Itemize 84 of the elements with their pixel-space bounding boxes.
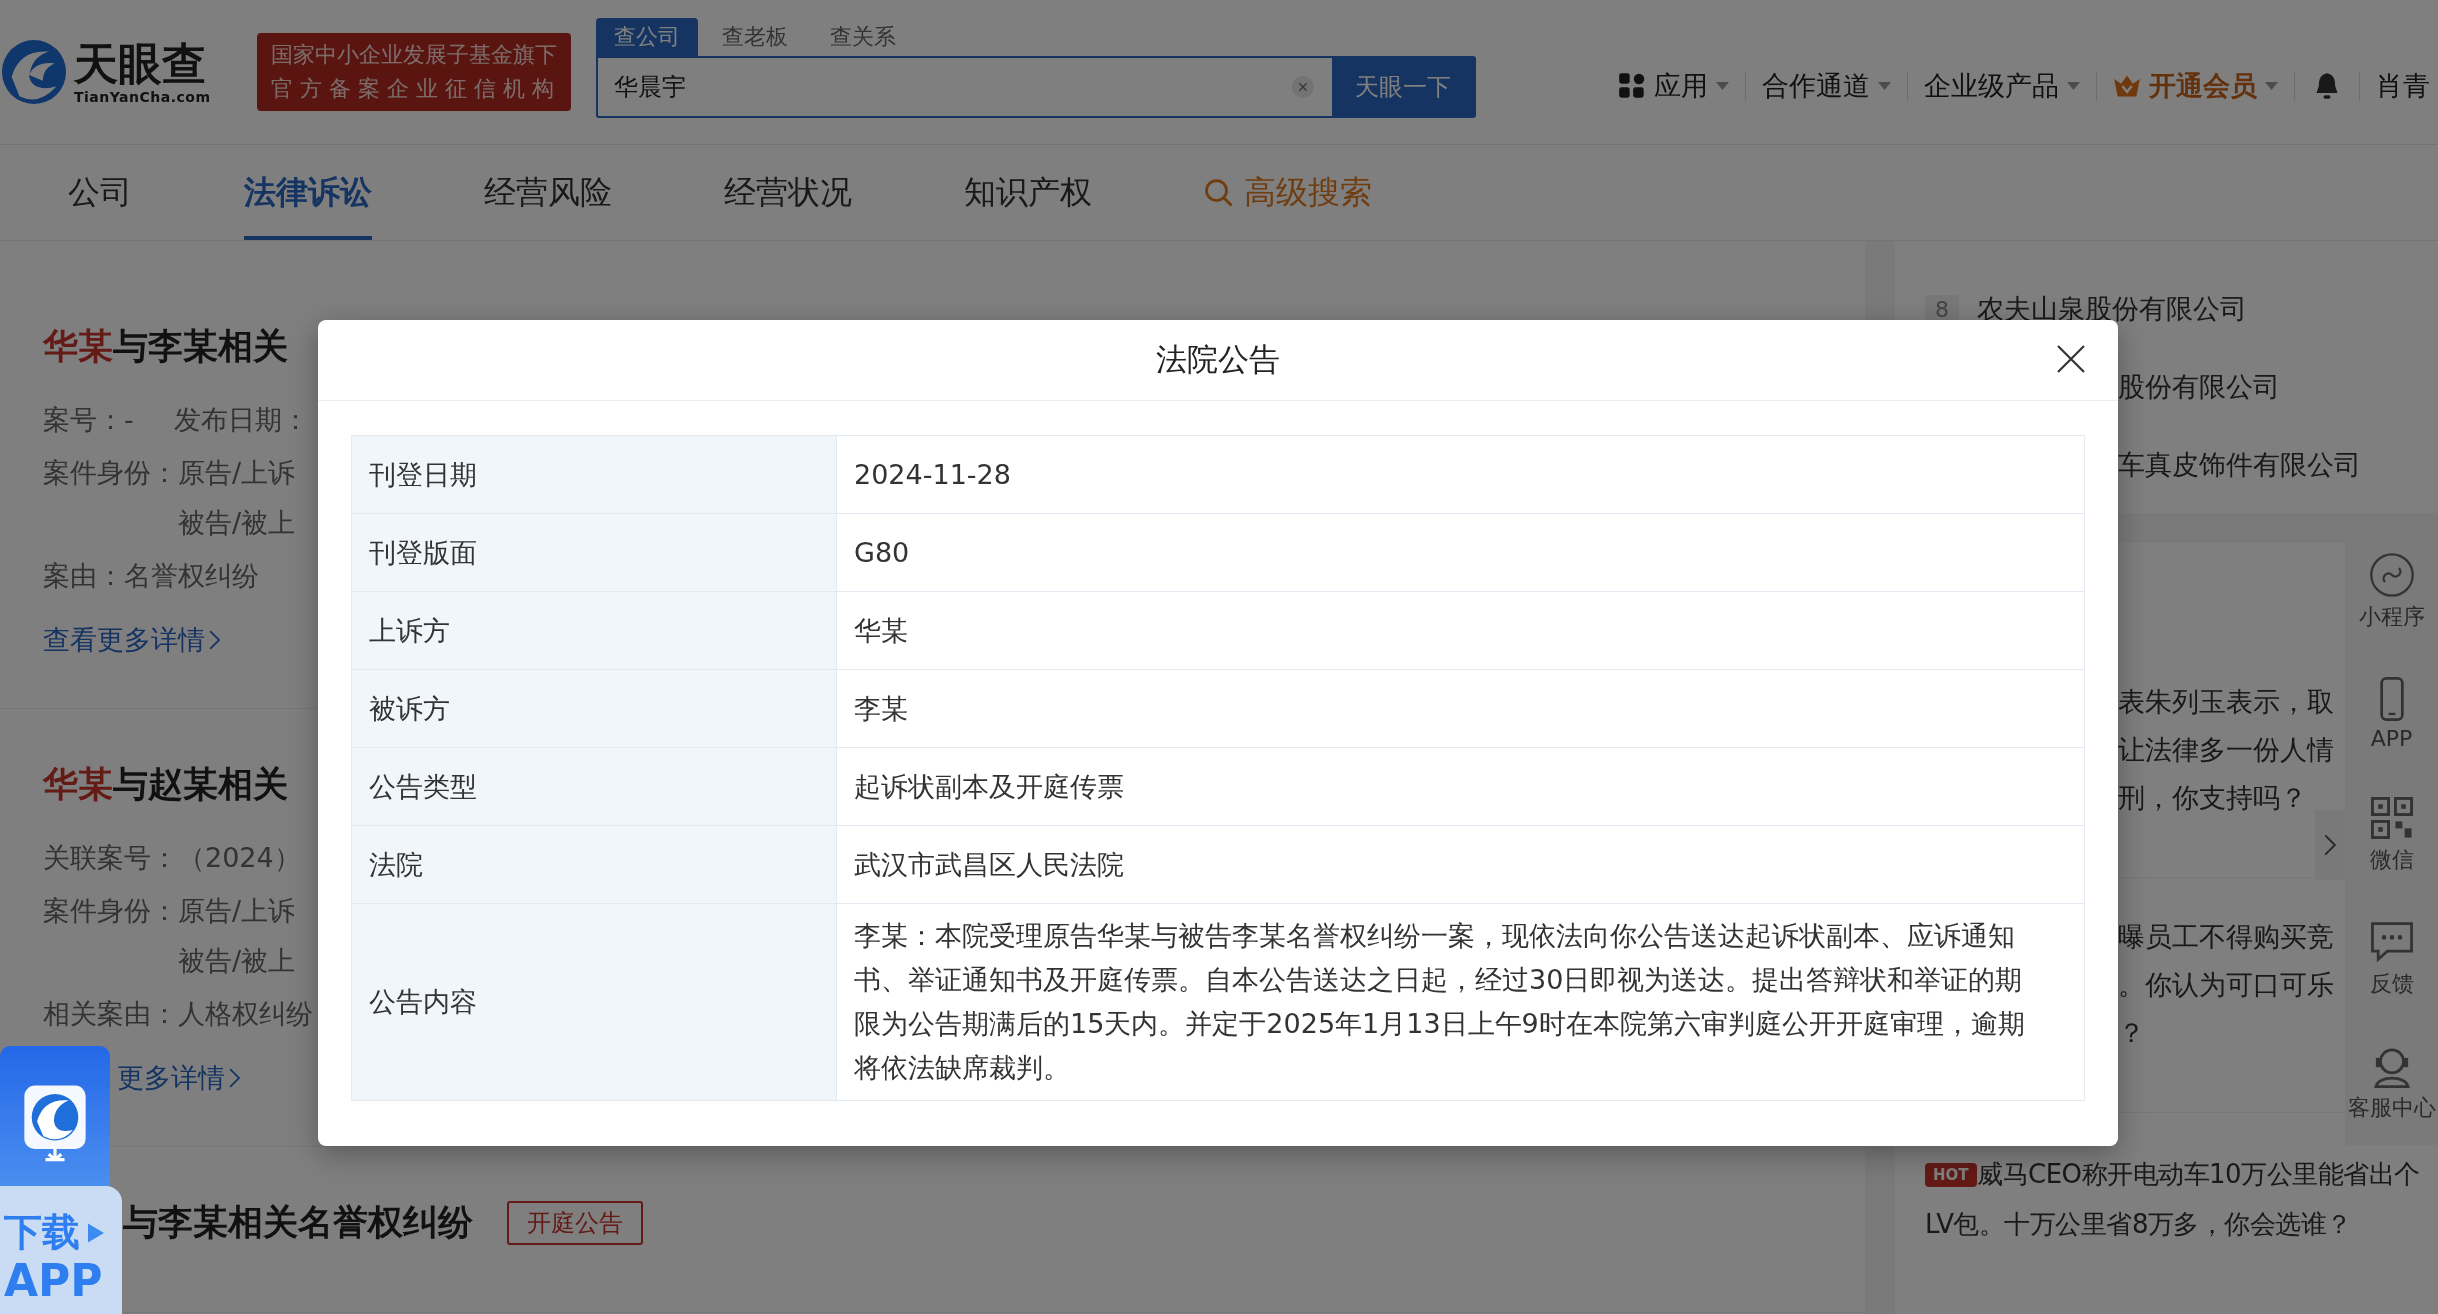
download-label: APP (4, 1258, 104, 1304)
caret-icon (2067, 82, 2080, 90)
apps-icon (1618, 72, 1646, 100)
collapse-button[interactable] (2315, 810, 2345, 880)
news-text[interactable]: 让法律多一份人情 (2118, 731, 2348, 769)
table-cell: 公告内容 (352, 904, 837, 1100)
table-cell: 刊登版面 (352, 514, 837, 591)
table-cell-text: 李某 (853, 691, 909, 726)
toolbar-label[interactable]: 微信 (2369, 845, 2414, 875)
field-value: 原告/上诉 (178, 894, 296, 928)
news-text[interactable]: 曝员工不得购买竞 (2118, 918, 2348, 956)
caret-icon (2265, 82, 2278, 90)
toolbar-label[interactable]: 反馈 (2369, 969, 2414, 999)
nav-menu-item[interactable]: 企业级产品 (1924, 68, 2059, 104)
search-button[interactable]: 天眼一下 (1332, 58, 1474, 116)
table-cell-text: 2024-11-28 (853, 457, 1012, 492)
field-label: 案由： (43, 559, 124, 593)
search-field[interactable]: 华晨宇 (598, 71, 1292, 103)
news-text[interactable]: 刑，你支持吗？ (2118, 779, 2348, 817)
table-cell: 上诉方 (352, 592, 837, 669)
table-cell-text: G80 (853, 535, 911, 570)
advanced-search-link[interactable]: 高级搜索 (1244, 170, 1372, 215)
search-icon (1204, 177, 1234, 208)
search-tab[interactable]: 查老板 (704, 18, 806, 56)
chevron-icon (209, 629, 220, 651)
hot-badge: HOT (1925, 1163, 1977, 1187)
field-value: - (124, 403, 134, 437)
search-tab[interactable]: 查公司 (596, 18, 698, 56)
table-cell: 公告类型 (352, 748, 837, 825)
field-label: 案号： (43, 403, 124, 437)
chevron-icon (2324, 834, 2336, 856)
company-link[interactable]: 车真皮饰件有限公司 (2118, 447, 2361, 483)
chevron-icon (229, 1067, 240, 1089)
nav-tab[interactable]: 经营风险 (484, 145, 612, 240)
chat-icon[interactable] (2368, 919, 2415, 965)
toolbar-label[interactable]: 客服中心 (2347, 1093, 2436, 1123)
field-value: 名誉权纠纷 (124, 559, 259, 593)
case-title[interactable]: 华某与李某相关 (43, 323, 288, 370)
news-text[interactable]: 表朱列玉表示，取 (2118, 683, 2348, 721)
details-link[interactable]: 查看更多详情 (43, 622, 220, 658)
nav-menu-item[interactable]: 合作通道 (1762, 68, 1870, 104)
field-label: 发布日期： (173, 403, 309, 437)
caret-icon (1878, 82, 1891, 90)
logo-domain: TianYanCha.com (74, 89, 211, 105)
table-cell: 被诉方 (352, 670, 837, 747)
field-value: 原告/上诉 (178, 456, 296, 490)
nav-menu-item[interactable]: 开通会员 (2149, 68, 2257, 104)
search-tab[interactable]: 查关系 (812, 18, 914, 56)
nav-tab[interactable]: 经营状况 (724, 145, 852, 240)
field-label: 案件身份： (43, 456, 178, 490)
case-title[interactable]: 华某与赵某相关 (43, 761, 288, 808)
clear-icon[interactable] (1292, 76, 1314, 98)
field-label: 关联案号： (43, 841, 178, 875)
case-tag: 开庭公告 (507, 1200, 643, 1245)
nav-menu-item[interactable]: 应用 (1654, 68, 1708, 104)
qr-code-icon[interactable] (2368, 795, 2415, 841)
table-cell-text: 起诉状副本及开庭传票 (853, 769, 1125, 804)
field-value: 被告/被上 (178, 944, 296, 978)
table-cell: 刊登日期 (352, 436, 837, 513)
play-icon (88, 1222, 104, 1243)
case-title[interactable]: 与李某相关名誉权纠纷 (123, 1199, 473, 1246)
table-cell: 法院 (352, 826, 837, 903)
field-label: 案件身份： (43, 894, 178, 928)
news-text[interactable]: 。你认为可口可乐 (2118, 966, 2348, 1004)
caret-icon (1716, 82, 1729, 90)
dialog-title: 法院公告 (1156, 340, 1280, 379)
news-text[interactable]: ？ (2118, 1014, 2348, 1052)
field-value: 人格权纠纷 (178, 997, 313, 1031)
nav-tab[interactable]: 公司 (68, 145, 132, 240)
table-cell-text: 武汉市武昌区人民法院 (853, 847, 1125, 882)
field-value: 被告/被上 (178, 506, 296, 540)
toolbar-label[interactable]: 小程序 (2358, 602, 2425, 632)
company-link[interactable]: 股份有限公司 (2118, 369, 2280, 405)
nav-tab[interactable]: 知识产权 (964, 145, 1092, 240)
slogan-banner: 国家中小企业发展子基金旗下 官 方 备 案 企 业 征 信 机 构 (257, 33, 571, 111)
toolbar-label[interactable]: APP (2370, 726, 2413, 751)
field-label: 相关案由： (43, 997, 178, 1031)
field-value: （2024） (178, 841, 301, 875)
table-cell-text: 李某：本院受理原告华某与被告李某名誉权纠纷一案，现依法向你公告送达起诉状副本、应诉通知书、举证通知书及开庭传票。自本公告送达之日起，经过30日即视为送达。提出答辩状和举证的期限为公告期满后的15天内。并定于2025年1月13日上午9时在本院第六审判庭公开开庭审理，逾期将依法缺席裁判。 (853, 919, 2026, 1085)
logo-name: 天眼查 (74, 39, 207, 89)
table-cell-text: 华某 (853, 613, 909, 648)
close-icon[interactable] (2056, 344, 2086, 374)
download-label: 下载 (4, 1209, 80, 1256)
user-name[interactable]: 肖青 (2360, 68, 2430, 104)
